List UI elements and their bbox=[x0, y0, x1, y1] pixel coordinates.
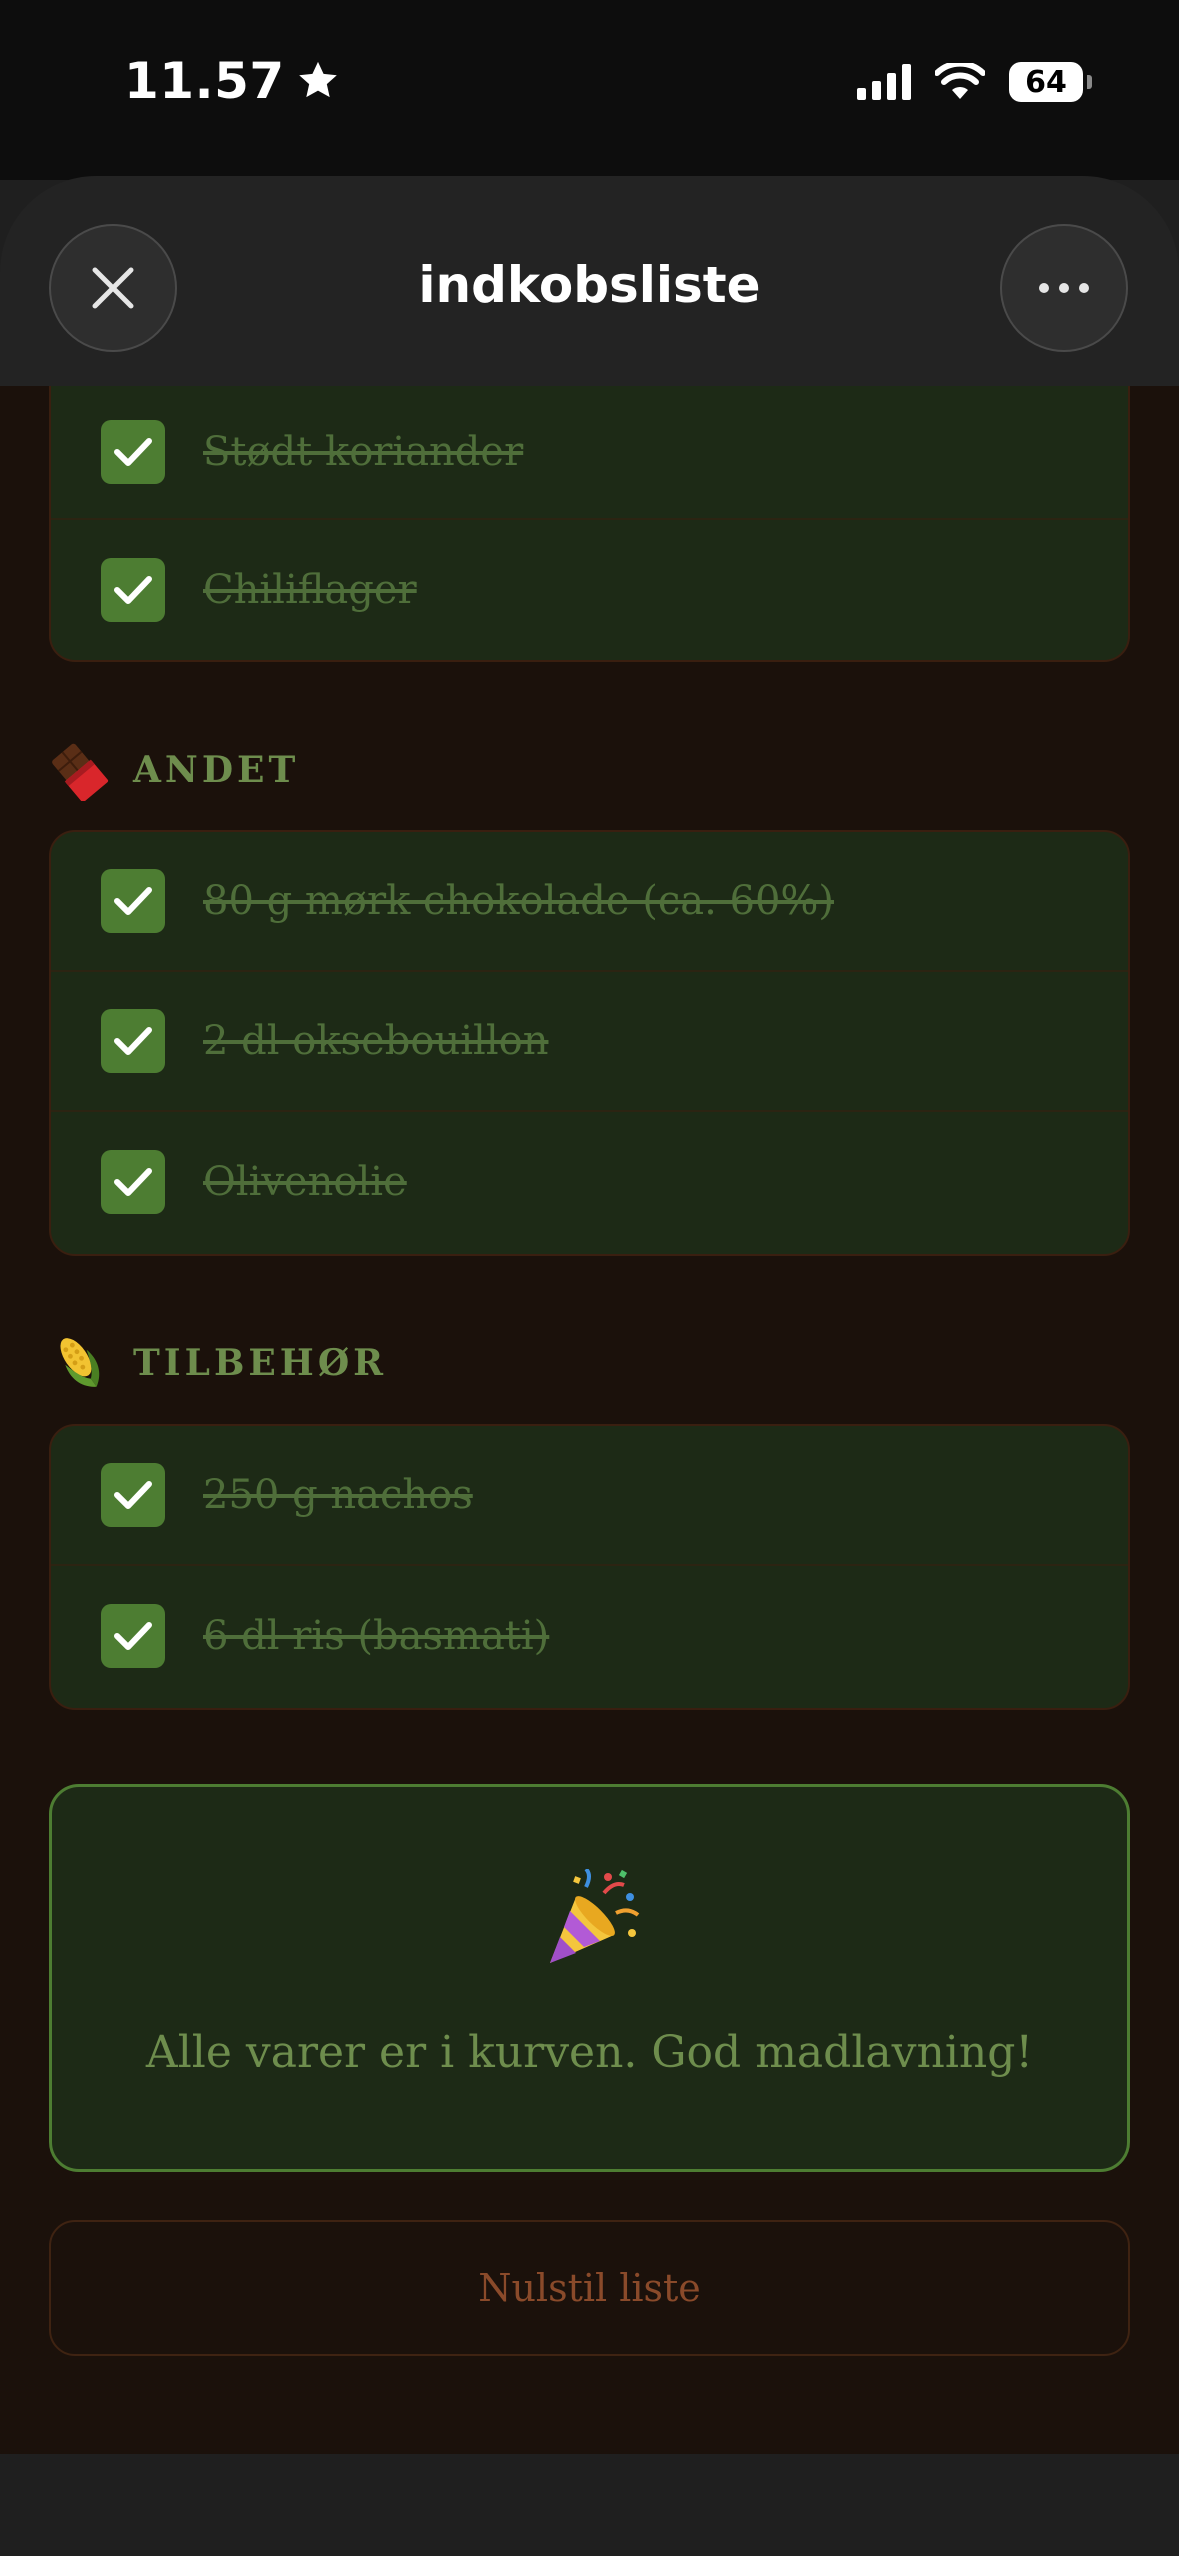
section-heading-tilbehor: TILBEHØR bbox=[49, 1328, 387, 1398]
status-time: 11.57 bbox=[124, 52, 341, 110]
status-indicators: 64 bbox=[857, 62, 1092, 102]
list-item[interactable]: Olivenolie bbox=[51, 1112, 1128, 1252]
status-time-text: 11.57 bbox=[124, 52, 285, 110]
list-item[interactable]: 250 g nachos bbox=[51, 1426, 1128, 1566]
list-item[interactable]: 6 dl ris (basmati) bbox=[51, 1566, 1128, 1706]
star-icon bbox=[298, 61, 337, 98]
checkbox-checked[interactable] bbox=[101, 1150, 165, 1214]
reset-list-button[interactable]: Nulstil liste bbox=[49, 2220, 1130, 2356]
party-popper-icon bbox=[550, 1869, 640, 1963]
section-title: TILBEHØR bbox=[133, 1342, 388, 1384]
checkmark-icon bbox=[114, 1481, 152, 1509]
corn-icon bbox=[49, 1332, 111, 1394]
cellular-signal-icon bbox=[857, 64, 911, 100]
status-bar: 11.57 64 bbox=[0, 0, 1179, 180]
section-card-spices: Stødt koriander Chiliflager bbox=[49, 386, 1130, 662]
checkbox-checked[interactable] bbox=[101, 420, 165, 484]
checkmark-icon bbox=[114, 438, 152, 466]
checkmark-icon bbox=[114, 1027, 152, 1055]
sheet-header: indkobsliste bbox=[0, 176, 1179, 386]
battery-level: 64 bbox=[1025, 64, 1067, 100]
section-title: ANDET bbox=[133, 749, 300, 791]
list-item[interactable]: Stødt koriander bbox=[51, 386, 1128, 520]
item-label: 80 g mørk chokolade (ca. 60%) bbox=[203, 878, 835, 924]
checkbox-checked[interactable] bbox=[101, 1604, 165, 1668]
item-label: 6 dl ris (basmati) bbox=[203, 1613, 550, 1659]
checkmark-icon bbox=[114, 1622, 152, 1650]
section-heading-andet: ANDET bbox=[49, 735, 299, 805]
bottom-bar bbox=[0, 2454, 1179, 2556]
checkbox-checked[interactable] bbox=[101, 1009, 165, 1073]
completion-card: Alle varer er i kurven. God madlavning! bbox=[49, 1784, 1130, 2172]
more-options-button[interactable] bbox=[1000, 224, 1128, 352]
item-label: Olivenolie bbox=[203, 1159, 407, 1205]
item-label: Chiliflager bbox=[203, 567, 417, 613]
checkmark-icon bbox=[114, 576, 152, 604]
item-label: 250 g nachos bbox=[203, 1472, 473, 1518]
item-label: Stødt koriander bbox=[203, 429, 524, 475]
completion-message: Alle varer er i kurven. God madlavning! bbox=[145, 2027, 1034, 2078]
checkbox-checked[interactable] bbox=[101, 558, 165, 622]
section-card-tilbehor: 250 g nachos 6 dl ris (basmati) bbox=[49, 1424, 1130, 1710]
item-label: 2 dl oksebouillon bbox=[203, 1018, 549, 1064]
checkbox-checked[interactable] bbox=[101, 1463, 165, 1527]
list-item[interactable]: 2 dl oksebouillon bbox=[51, 972, 1128, 1112]
more-icon bbox=[1039, 283, 1089, 293]
wifi-icon bbox=[935, 63, 985, 99]
section-card-andet: 80 g mørk chokolade (ca. 60%) 2 dl okseb… bbox=[49, 830, 1130, 1256]
checkbox-checked[interactable] bbox=[101, 869, 165, 933]
checkmark-icon bbox=[114, 887, 152, 915]
chocolate-bar-icon bbox=[49, 739, 111, 801]
battery-icon: 64 bbox=[1009, 62, 1092, 102]
list-item[interactable]: Chiliflager bbox=[51, 520, 1128, 660]
list-item[interactable]: 80 g mørk chokolade (ca. 60%) bbox=[51, 832, 1128, 972]
checkmark-icon bbox=[114, 1168, 152, 1196]
